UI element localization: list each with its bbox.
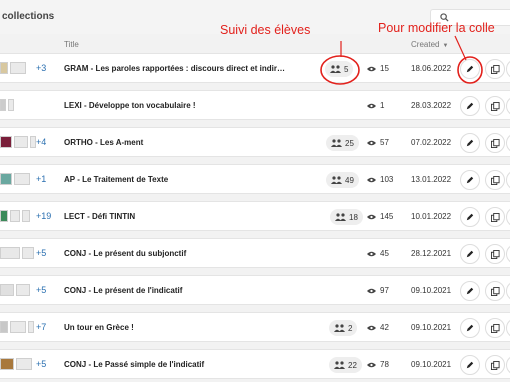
annotation-marks [320,35,483,85]
